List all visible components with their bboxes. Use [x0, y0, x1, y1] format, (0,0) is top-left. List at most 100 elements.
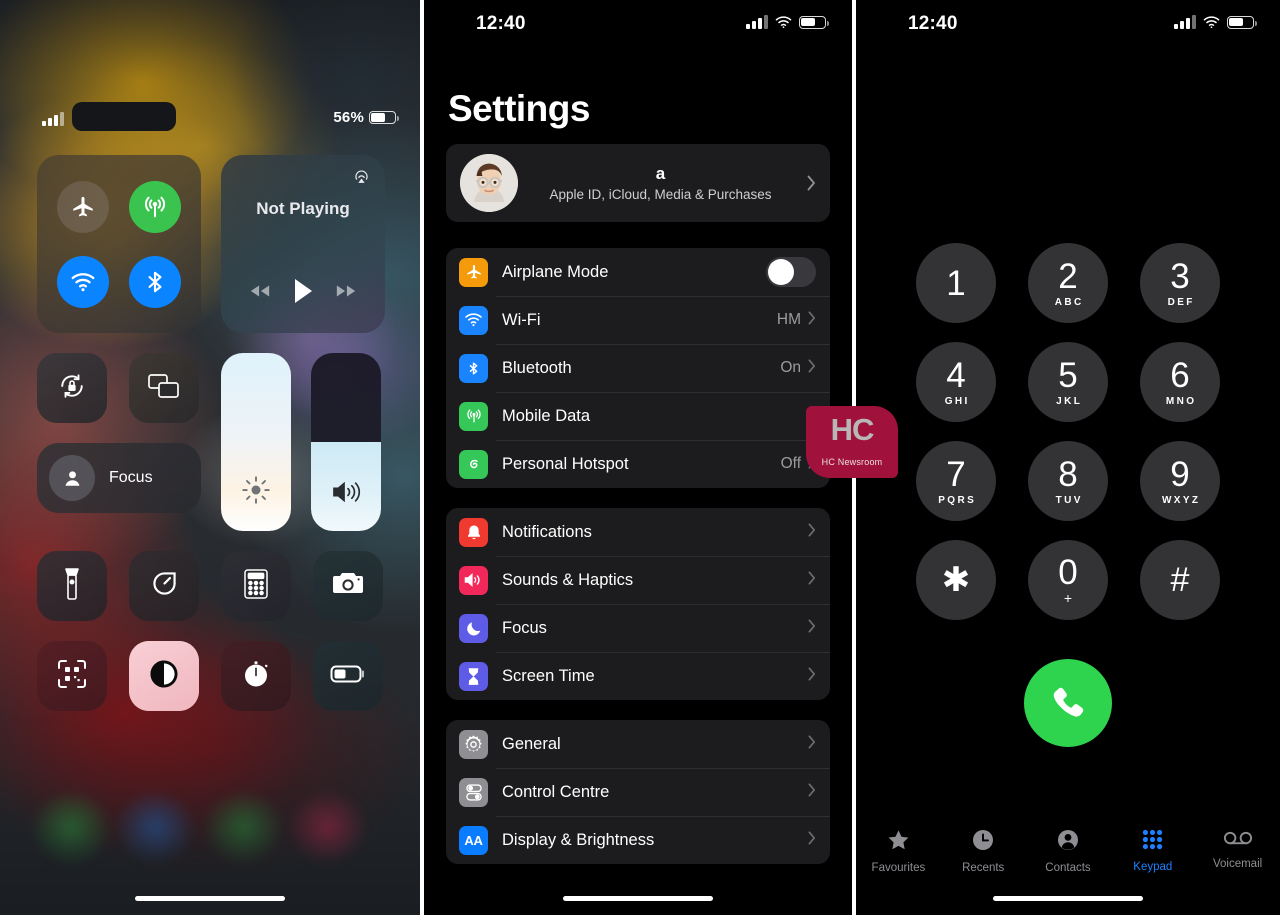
settings-group-connectivity: Airplane Mode Wi-Fi HM Bluetooth On Mobile Da… — [446, 248, 830, 488]
keypad-key-letters: GHI — [944, 395, 970, 407]
person-icon — [1056, 828, 1080, 857]
flashlight-button[interactable] — [37, 551, 107, 621]
brightness-slider[interactable] — [221, 353, 291, 531]
settings-group-notifications: Notifications Sounds & Haptics Focus Screen… — [446, 508, 830, 700]
voicemail-icon — [1223, 828, 1253, 853]
keypad-key-5[interactable]: 5 JKL — [1028, 342, 1108, 422]
fast-forward-button[interactable] — [335, 283, 357, 304]
settings-row-control-centre[interactable]: Control Centre — [446, 768, 830, 816]
dark-mode-button[interactable] — [129, 641, 199, 711]
now-playing-title: Not Playing — [256, 199, 350, 218]
code-scanner-button[interactable] — [37, 641, 107, 711]
keypad-key-1[interactable]: 1 — [916, 243, 996, 323]
settings-row-label: General — [502, 734, 561, 753]
keypad-row: 4 GHI 5 JKL 6 MNO — [916, 342, 1220, 422]
bluetooth-button[interactable] — [129, 255, 181, 308]
settings-row-sounds-haptics[interactable]: Sounds & Haptics — [446, 556, 830, 604]
code-scanner-icon — [57, 659, 87, 694]
focus-tile[interactable]: Focus — [37, 443, 201, 513]
phone-keypad-panel: 12:40 1 2 ABC 3 DEF 4 GHI 5 JKL 6 MNO 7 PQRS 8 TUV 9 WXY… — [856, 0, 1280, 915]
apple-id-row[interactable]: a Apple ID, iCloud, Media & Purchases — [446, 144, 830, 222]
keypad-key-2[interactable]: 2 ABC — [1028, 243, 1108, 323]
chevron-right-icon — [808, 782, 816, 802]
mobile-data-button[interactable] — [129, 180, 181, 233]
keypad-key-letters: TUV — [1055, 494, 1083, 506]
settings-status-bar: 12:40 — [424, 0, 852, 52]
settings-row-bluetooth[interactable]: Bluetooth On — [446, 344, 830, 392]
keypad-key-digit: 1 — [946, 263, 966, 303]
keypad-key-digit: 6 — [1170, 355, 1190, 395]
calculator-button[interactable] — [221, 551, 291, 621]
keypad-key-7[interactable]: 7 PQRS — [916, 441, 996, 521]
tab-voicemail[interactable]: Voicemail — [1195, 828, 1280, 874]
airplane-mode-button[interactable] — [57, 180, 109, 233]
keypad-key-digit: 0 — [1058, 552, 1078, 592]
keypad-key-0[interactable]: 0 + — [1028, 540, 1108, 620]
keypad-key-digit: 7 — [946, 454, 966, 494]
keypad-key-6[interactable]: 6 MNO — [1140, 342, 1220, 422]
settings-row-airplane-mode[interactable]: Airplane Mode — [446, 248, 830, 296]
home-indicator — [993, 896, 1143, 901]
settings-row-personal-hotspot[interactable]: Personal Hotspot Off — [446, 440, 830, 488]
mobile-data-icon — [144, 196, 166, 217]
now-playing-tile[interactable]: Not Playing — [221, 155, 385, 333]
home-indicator — [563, 896, 713, 901]
phone-status-bar: 12:40 — [856, 0, 1280, 52]
settings-row-value: On — [780, 359, 801, 376]
cellular-signal-icon — [1174, 15, 1196, 29]
settings-row-screen-time[interactable]: Screen Time — [446, 652, 830, 700]
keypad-key-digit: 3 — [1170, 256, 1190, 296]
wifi-button[interactable] — [57, 255, 109, 308]
settings-row-general[interactable]: General — [446, 720, 830, 768]
settings-row-display-brightness[interactable]: AA Display & Brightness — [446, 816, 830, 864]
airplane-icon — [73, 196, 93, 216]
chevron-right-icon — [808, 666, 816, 686]
rotation-lock-button[interactable] — [37, 353, 107, 423]
settings-row-notifications[interactable]: Notifications — [446, 508, 830, 556]
keypad-row: 7 PQRS 8 TUV 9 WXYZ — [916, 441, 1220, 521]
airplane-mode-toggle[interactable] — [766, 257, 816, 287]
chevron-right-icon — [808, 522, 816, 542]
three-panel-screenshot: 56% Not Playing Focus 12:40 Settings a A… — [0, 0, 1280, 915]
keypad-key-letters: + — [1063, 589, 1073, 606]
call-button[interactable] — [1024, 659, 1112, 747]
tab-keypad[interactable]: Keypad — [1110, 828, 1195, 874]
battery-status: 56% — [333, 109, 399, 126]
settings-row-label: Notifications — [502, 522, 592, 541]
battery-icon — [799, 15, 829, 29]
volume-slider[interactable] — [311, 353, 381, 531]
status-time: 12:40 — [908, 13, 958, 34]
focus-person-icon — [49, 455, 95, 501]
settings-row-label: Display & Brightness — [502, 830, 655, 849]
airplay-icon[interactable] — [352, 167, 371, 191]
toggle-knob — [768, 259, 794, 285]
keypad-key-4[interactable]: 4 GHI — [916, 342, 996, 422]
alarm-button[interactable] — [221, 641, 291, 711]
settings-row-label: Mobile Data — [502, 406, 591, 425]
rewind-button[interactable] — [249, 283, 271, 304]
tab-favourites[interactable]: Favourites — [856, 828, 941, 874]
status-time: 12:40 — [476, 13, 526, 34]
keypad-key-hash[interactable]: # — [1140, 540, 1220, 620]
keypad-key-8[interactable]: 8 TUV — [1028, 441, 1108, 521]
screen-mirroring-button[interactable] — [129, 353, 199, 423]
settings-panel: 12:40 Settings a Apple ID, iCloud, Media… — [424, 0, 852, 915]
camera-button[interactable] — [313, 551, 383, 621]
tab-recents[interactable]: Recents — [941, 828, 1026, 874]
airplane-icon — [459, 257, 488, 287]
display-aa-icon: AA — [459, 825, 488, 855]
timer-button[interactable] — [129, 551, 199, 621]
tab-contacts[interactable]: Contacts — [1026, 828, 1111, 874]
settings-row-wi-fi[interactable]: Wi-Fi HM — [446, 296, 830, 344]
chevron-right-icon — [808, 734, 816, 749]
keypad-key-9[interactable]: 9 WXYZ — [1140, 441, 1220, 521]
phone-handset-icon — [1053, 687, 1084, 717]
keypad-key-3[interactable]: 3 DEF — [1140, 243, 1220, 323]
settings-row-label: Control Centre — [502, 782, 610, 801]
tab-label: Keypad — [1133, 861, 1173, 873]
settings-row-focus[interactable]: Focus — [446, 604, 830, 652]
keypad-key-star[interactable]: ✱ — [916, 540, 996, 620]
settings-row-mobile-data[interactable]: Mobile Data — [446, 392, 830, 440]
play-button[interactable] — [291, 278, 315, 309]
low-power-mode-button[interactable] — [313, 641, 383, 711]
